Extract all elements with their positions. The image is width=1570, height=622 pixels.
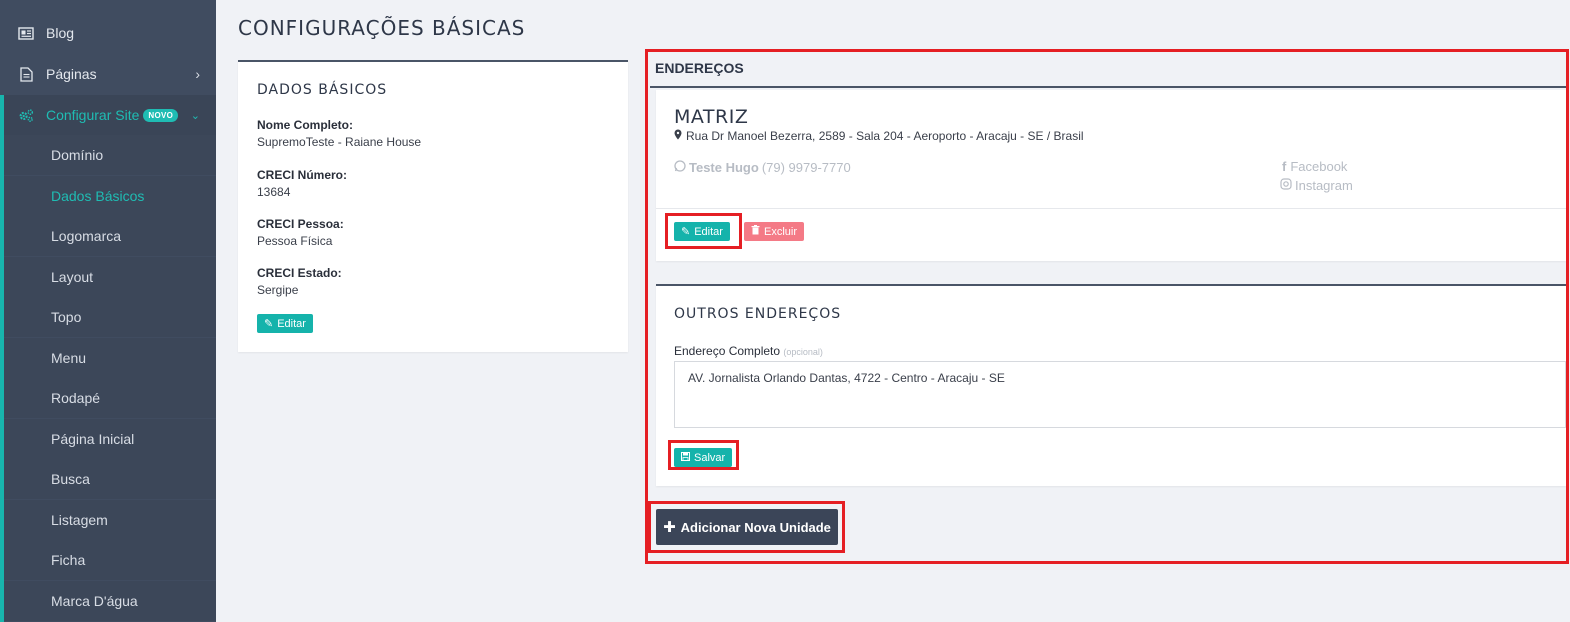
highlight-edit-button	[665, 213, 742, 249]
highlight-enderecos-section	[645, 49, 1569, 564]
card-title: DADOS BÁSICOS	[257, 82, 388, 98]
chevron-right-icon: ›	[195, 66, 200, 82]
dados-basicos-card: DADOS BÁSICOS Nome Completo: SupremoTest…	[238, 60, 628, 352]
sidebar-subitem-ficha[interactable]: Ficha	[4, 540, 216, 580]
sidebar-item-label: Páginas	[46, 66, 97, 82]
subitem-label: Marca D'água	[51, 593, 138, 609]
file-text-icon	[18, 66, 34, 82]
sidebar-subitem-menu[interactable]: Menu	[4, 338, 216, 378]
subitem-label: Busca	[51, 471, 90, 487]
subitem-label: Ficha	[51, 552, 86, 568]
sidebar-subitem-listagem[interactable]: Listagem	[4, 500, 216, 540]
edit-dados-button[interactable]: ✎ Editar	[257, 314, 313, 333]
subitem-label: Página Inicial	[51, 431, 135, 447]
gears-icon	[18, 107, 34, 123]
field-creci-pessoa: CRECI Pessoa: Pessoa Física	[257, 217, 344, 248]
subitem-label: Menu	[51, 350, 87, 366]
field-label: CRECI Número:	[257, 168, 348, 182]
highlight-save-button	[668, 440, 739, 470]
subitem-label: Listagem	[51, 512, 108, 528]
subitem-label: Rodapé	[51, 390, 101, 406]
subitem-label: Domínio	[51, 147, 104, 163]
subitem-label: Topo	[51, 309, 82, 325]
field-label: CRECI Pessoa:	[257, 217, 344, 231]
field-value: Pessoa Física	[257, 234, 333, 248]
field-nome-completo: Nome Completo: SupremoTeste - Raiane Hou…	[257, 118, 421, 149]
field-value: Sergipe	[257, 283, 299, 297]
field-creci-estado: CRECI Estado: Sergipe	[257, 266, 342, 297]
subitem-label: Layout	[51, 269, 94, 285]
sidebar-subitem-marca-dagua[interactable]: Marca D'água	[4, 581, 216, 621]
subitem-label: Dados Básicos	[51, 188, 145, 204]
highlight-add-button	[648, 501, 845, 553]
field-creci-numero: CRECI Número: 13684	[257, 168, 347, 199]
sidebar-item-blog[interactable]: Blog	[0, 13, 216, 53]
field-value: SupremoTeste - Raiane House	[257, 135, 422, 149]
page-title: CONFIGURAÇÕES BÁSICAS	[238, 16, 526, 40]
sidebar: Blog Páginas › Configurar Site NOVO ⌄ Do…	[0, 0, 216, 622]
subitem-label: Logomarca	[51, 228, 122, 244]
sidebar-subitem-layout[interactable]: Layout	[4, 257, 216, 297]
sidebar-item-label: Configurar Site	[46, 107, 140, 123]
sidebar-subitem-dominio[interactable]: Domínio	[4, 135, 216, 175]
button-label: Editar	[277, 317, 306, 330]
sidebar-subitem-topo[interactable]: Topo	[4, 297, 216, 337]
sidebar-subitem-busca[interactable]: Busca	[4, 459, 216, 499]
field-value: 13684	[257, 185, 291, 199]
sidebar-item-paginas[interactable]: Páginas ›	[0, 54, 216, 94]
sidebar-subitem-dados-basicos[interactable]: Dados Básicos	[4, 176, 216, 216]
chevron-down-icon: ⌄	[190, 109, 200, 122]
field-label: CRECI Estado:	[257, 266, 342, 280]
new-badge: NOVO	[143, 108, 179, 122]
newspaper-icon	[18, 25, 34, 41]
sidebar-subitem-rodape[interactable]: Rodapé	[4, 378, 216, 418]
sidebar-subitem-logomarca[interactable]: Logomarca	[4, 216, 216, 256]
sidebar-subitem-pagina-inicial[interactable]: Página Inicial	[4, 419, 216, 459]
sidebar-item-configurar-site[interactable]: Configurar Site NOVO ⌄	[0, 95, 216, 135]
sidebar-item-label: Blog	[46, 25, 75, 41]
pencil-icon: ✎	[264, 318, 274, 330]
field-label: Nome Completo:	[257, 118, 353, 132]
